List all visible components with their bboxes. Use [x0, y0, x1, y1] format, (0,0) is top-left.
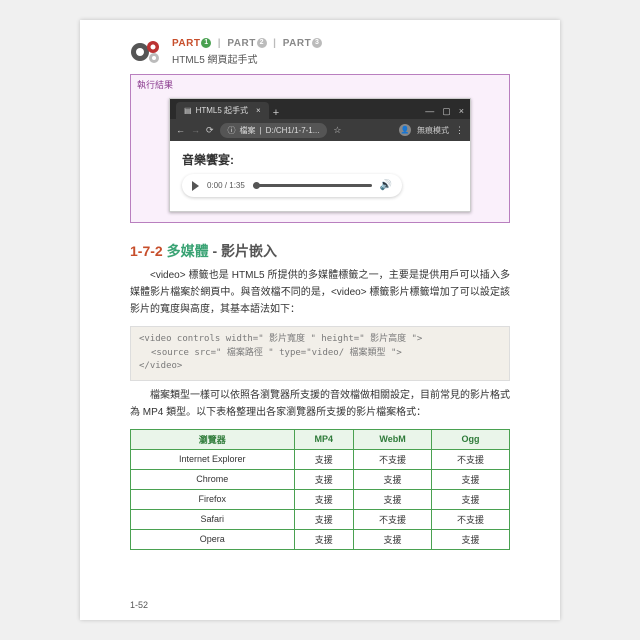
table-row: Chrome支援支援支援	[131, 469, 510, 489]
close-window-icon[interactable]: ×	[459, 106, 464, 117]
th-ogg: Ogg	[432, 429, 510, 449]
support-table: 瀏覽器 MP4 WebM Ogg Internet Explorer支援不支援不…	[130, 429, 510, 550]
table-row: Internet Explorer支援不支援不支援	[131, 449, 510, 469]
table-cell: Firefox	[131, 489, 295, 509]
table-cell: Safari	[131, 509, 295, 529]
url-box[interactable]: ⓘ 檔案 | D:/CH1/1-7-1...	[220, 123, 328, 138]
table-cell: 不支援	[354, 509, 432, 529]
table-row: Opera支援支援支援	[131, 529, 510, 549]
incognito-icon: 👤	[399, 124, 411, 136]
star-icon[interactable]: ☆	[333, 125, 341, 136]
gears-icon	[130, 39, 164, 65]
menu-icon[interactable]: ⋮	[455, 125, 464, 136]
table-cell: 不支援	[354, 449, 432, 469]
browser-content: 音樂饗宴: 0:00 / 1:35 🔊	[170, 141, 470, 211]
table-cell: Internet Explorer	[131, 449, 295, 469]
table-cell: Chrome	[131, 469, 295, 489]
code-line-3: </video>	[139, 361, 182, 371]
table-row: Safari支援不支援不支援	[131, 509, 510, 529]
code-block: <video controls width=" 影片寬度 " height=" …	[130, 326, 510, 381]
result-box: 執行結果 ▤ HTML5 起手式 × + — ▢ × ← → ⟳	[130, 74, 510, 223]
table-cell: 支援	[354, 489, 432, 509]
section-number: 1-7-2	[130, 243, 163, 259]
audio-player[interactable]: 0:00 / 1:35 🔊	[182, 174, 402, 197]
browser-tab[interactable]: ▤ HTML5 起手式 ×	[176, 102, 269, 119]
paragraph-1: <video> 標籤也是 HTML5 所提供的多媒體標籤之一，主要是提供用戶可以…	[130, 267, 510, 318]
table-cell: 支援	[432, 529, 510, 549]
code-line-1: <video controls width=" 影片寬度 " height=" …	[139, 334, 422, 344]
table-cell: 支援	[294, 489, 354, 509]
table-header-row: 瀏覽器 MP4 WebM Ogg	[131, 429, 510, 449]
page-header: PART1 | PART2 | PART3 HTML5 網頁起手式	[130, 38, 510, 66]
result-title: 執行結果	[131, 75, 509, 94]
table-cell: 不支援	[432, 509, 510, 529]
th-browser: 瀏覽器	[131, 429, 295, 449]
section-main: 多媒體	[167, 243, 209, 259]
minimize-icon[interactable]: —	[425, 106, 434, 117]
code-line-2: <source src=" 檔案路徑 " type="video/ 檔案類型 "…	[139, 347, 501, 361]
table-cell: 支援	[294, 509, 354, 529]
content-heading: 音樂饗宴:	[182, 151, 458, 168]
tab-label: HTML5 起手式	[196, 105, 248, 116]
section-sub: - 影片嵌入	[209, 243, 277, 259]
url-prefix: 檔案	[240, 125, 256, 136]
th-webm: WebM	[354, 429, 432, 449]
browser-tabbar: ▤ HTML5 起手式 × + — ▢ ×	[170, 99, 470, 119]
info-icon: ⓘ	[228, 125, 236, 136]
browser-window: ▤ HTML5 起手式 × + — ▢ × ← → ⟳ ⓘ 檔案	[169, 98, 471, 212]
page-number: 1-52	[130, 600, 148, 610]
file-icon: ▤	[184, 106, 192, 115]
table-row: Firefox支援支援支援	[131, 489, 510, 509]
section-title: 1-7-2 多媒體 - 影片嵌入	[130, 241, 510, 261]
mode-label: 無痕模式	[417, 125, 449, 136]
table-cell: 支援	[354, 529, 432, 549]
back-icon[interactable]: ←	[176, 125, 185, 135]
page: PART1 | PART2 | PART3 HTML5 網頁起手式 執行結果 ▤…	[80, 20, 560, 620]
header-text: PART1 | PART2 | PART3 HTML5 網頁起手式	[172, 38, 322, 66]
paragraph-2: 檔案類型一樣可以依照各瀏覽器所支援的音效檔做相關設定，目前常見的影片格式為 MP…	[130, 387, 510, 421]
window-controls: — ▢ ×	[419, 104, 470, 119]
maximize-icon[interactable]: ▢	[442, 106, 451, 117]
table-cell: 支援	[294, 469, 354, 489]
volume-icon[interactable]: 🔊	[380, 180, 392, 191]
play-icon[interactable]	[192, 181, 199, 191]
table-cell: 不支援	[432, 449, 510, 469]
table-cell: 支援	[294, 529, 354, 549]
table-cell: 支援	[432, 489, 510, 509]
close-icon[interactable]: ×	[256, 106, 261, 115]
table-cell: 支援	[354, 469, 432, 489]
table-cell: 支援	[432, 469, 510, 489]
th-mp4: MP4	[294, 429, 354, 449]
audio-progress[interactable]	[253, 184, 372, 187]
audio-time: 0:00 / 1:35	[207, 181, 245, 190]
breadcrumb: PART1 | PART2 | PART3	[172, 38, 322, 49]
reload-icon[interactable]: ⟳	[206, 125, 214, 136]
browser-addressbar: ← → ⟳ ⓘ 檔案 | D:/CH1/1-7-1... ☆ 👤 無痕模式 ⋮	[170, 119, 470, 141]
table-cell: Opera	[131, 529, 295, 549]
url-text: D:/CH1/1-7-1...	[266, 126, 320, 135]
new-tab-icon[interactable]: +	[273, 107, 279, 119]
page-subtitle: HTML5 網頁起手式	[172, 51, 322, 66]
table-cell: 支援	[294, 449, 354, 469]
forward-icon[interactable]: →	[191, 125, 200, 135]
